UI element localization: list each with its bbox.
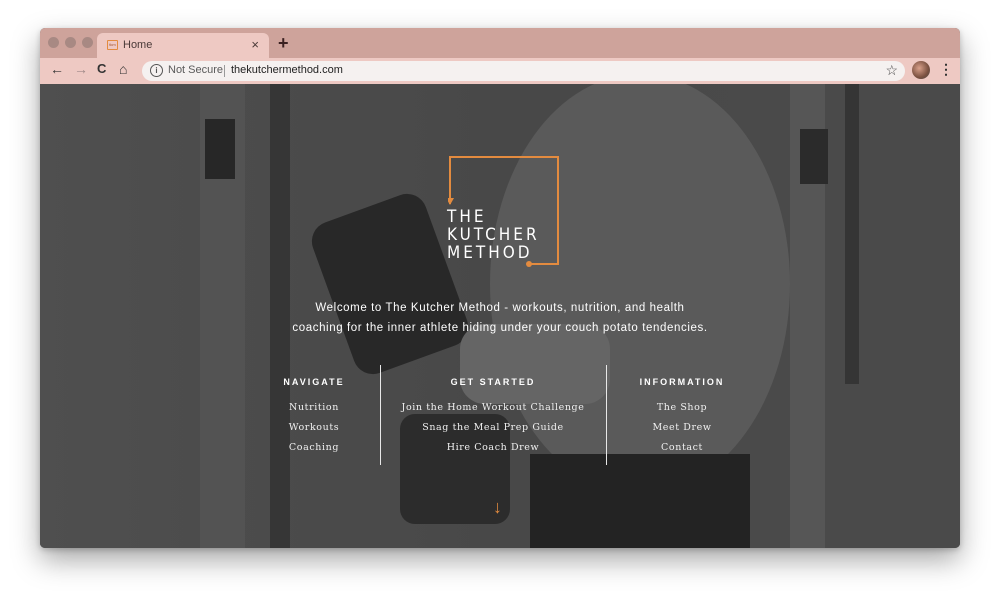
omnibox-separator xyxy=(224,65,225,77)
reload-button[interactable]: C xyxy=(97,61,106,76)
link-meal-prep-guide[interactable]: Snag the Meal Prep Guide xyxy=(395,418,591,438)
link-workouts[interactable]: Workouts xyxy=(270,418,358,438)
profile-avatar[interactable] xyxy=(912,61,930,79)
scroll-down-arrow-icon[interactable]: ↓ xyxy=(493,497,502,518)
logo-line-3: METHOD xyxy=(447,243,533,263)
column-divider xyxy=(606,365,607,465)
tab-home[interactable]: tkm Home × xyxy=(97,33,269,58)
link-contact[interactable]: Contact xyxy=(632,438,732,458)
column-heading: NAVIGATE xyxy=(283,377,345,387)
title-bar: tkm Home × + xyxy=(40,28,960,58)
tab-close-icon[interactable]: × xyxy=(251,37,259,52)
browser-window: tkm Home × + ← → C ⌂ i Not Secure thekut… xyxy=(40,28,960,548)
favicon-icon: tkm xyxy=(107,40,118,50)
hero-section: THE KUTCHER METHOD Welcome to The Kutche… xyxy=(40,84,960,548)
bookmark-star-icon[interactable]: ☆ xyxy=(885,62,898,79)
back-button[interactable]: ← xyxy=(50,61,64,77)
welcome-line-1: Welcome to The Kutcher Method - workouts… xyxy=(315,302,685,314)
minimize-window-button[interactable] xyxy=(65,37,76,48)
site-logo[interactable]: THE KUTCHER METHOD xyxy=(447,208,540,262)
home-button[interactable]: ⌂ xyxy=(119,61,127,77)
nav-column-navigate: NAVIGATE Nutrition Workouts Coaching xyxy=(270,377,358,458)
maximize-window-button[interactable] xyxy=(82,37,93,48)
link-home-workout-challenge[interactable]: Join the Home Workout Challenge xyxy=(395,398,591,418)
close-window-button[interactable] xyxy=(48,37,59,48)
logo-line-2: KUTCHER xyxy=(447,225,540,245)
new-tab-button[interactable]: + xyxy=(278,33,289,54)
link-meet-drew[interactable]: Meet Drew xyxy=(632,418,732,438)
welcome-line-2: coaching for the inner athlete hiding un… xyxy=(292,322,708,334)
tab-title: Home xyxy=(123,39,153,51)
link-the-shop[interactable]: The Shop xyxy=(632,398,732,418)
forward-button[interactable]: → xyxy=(74,61,88,77)
info-icon[interactable]: i xyxy=(150,64,163,77)
column-heading: GET STARTED xyxy=(450,377,536,387)
url-text[interactable]: thekutchermethod.com xyxy=(231,64,343,76)
browser-menu-icon[interactable]: ⋮ xyxy=(939,61,953,78)
nav-column-information: INFORMATION The Shop Meet Drew Contact xyxy=(632,377,732,458)
nav-column-get-started: GET STARTED Join the Home Workout Challe… xyxy=(395,377,591,458)
link-hire-coach[interactable]: Hire Coach Drew xyxy=(395,438,591,458)
column-heading: INFORMATION xyxy=(639,377,725,387)
security-label: Not Secure xyxy=(168,64,224,76)
link-coaching[interactable]: Coaching xyxy=(270,438,358,458)
logo-line-1: THE xyxy=(447,207,487,227)
window-controls xyxy=(48,37,93,48)
address-bar[interactable]: i Not Secure thekutchermethod.com ☆ xyxy=(142,61,905,81)
column-divider xyxy=(380,365,381,465)
browser-toolbar: ← → C ⌂ i Not Secure thekutchermethod.co… xyxy=(40,58,960,84)
link-nutrition[interactable]: Nutrition xyxy=(270,398,358,418)
